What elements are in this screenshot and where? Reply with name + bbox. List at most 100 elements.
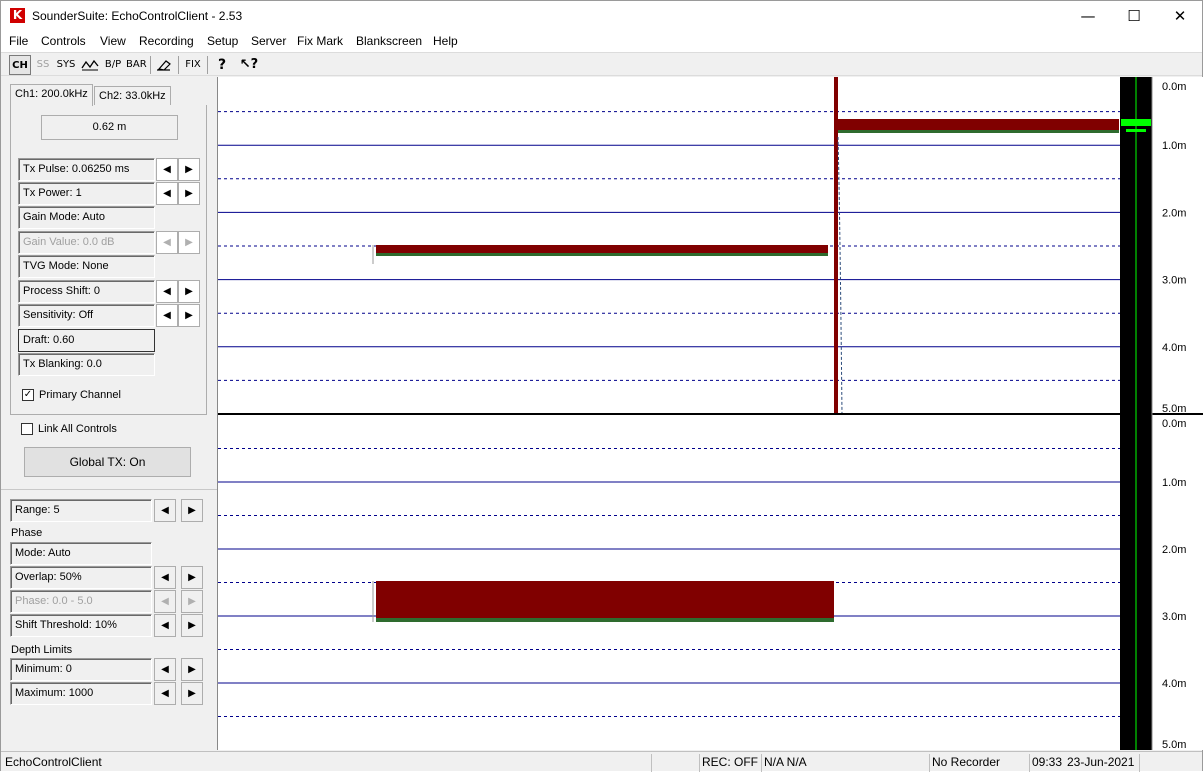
status-bar: EchoControlClient REC: OFF N/A N/A No Re… — [1, 751, 1202, 772]
tx-power-increase-icon[interactable]: ▶ — [178, 182, 200, 205]
menu-view[interactable]: View — [100, 34, 126, 48]
menu-blankscreen[interactable]: Blankscreen — [356, 34, 422, 48]
toolbar-separator — [207, 56, 208, 74]
primary-channel-label: Primary Channel — [39, 389, 121, 401]
tab-ch2[interactable]: Ch2: 33.0kHz — [94, 86, 171, 106]
phase-mode-field[interactable]: Mode: Auto — [10, 542, 152, 565]
top-depth-label: 2.0m — [1162, 207, 1186, 219]
window-title: SounderSuite: EchoControlClient - 2.53 — [32, 9, 243, 23]
application-window: K SounderSuite: EchoControlClient - 2.53… — [0, 0, 1203, 772]
toolbar-separator — [150, 56, 151, 74]
menu-bar: File Controls View Recording Setup Serve… — [1, 31, 1202, 52]
bottom-depth-label: 3.0m — [1162, 611, 1186, 623]
depth-maximum-decrease-icon[interactable]: ◀ — [154, 682, 176, 705]
bottom-depth-label: 2.0m — [1162, 544, 1186, 556]
status-recording: REC: OFF — [699, 754, 761, 772]
tab-ch1[interactable]: Ch1: 200.0kHz — [10, 84, 93, 106]
echo-noise-trace — [837, 136, 843, 416]
depth-minimum-increase-icon[interactable]: ▶ — [181, 658, 203, 681]
status-date: 23-Jun-2021 — [1067, 755, 1135, 769]
menu-help[interactable]: Help — [433, 34, 458, 48]
ss-button[interactable]: SS — [33, 55, 53, 75]
menu-file[interactable]: File — [9, 34, 28, 48]
depth-minimum-field: Minimum: 0 — [10, 658, 152, 681]
overlap-field: Overlap: 50% — [10, 566, 152, 589]
depth-maximum-field: Maximum: 1000 — [10, 682, 152, 705]
menu-controls[interactable]: Controls — [41, 34, 86, 48]
range-decrease-icon[interactable]: ◀ — [154, 499, 176, 522]
sys-button[interactable]: SYS — [56, 55, 76, 75]
process-shift-increase-icon[interactable]: ▶ — [178, 280, 200, 303]
close-button[interactable]: ✕ — [1157, 1, 1203, 31]
shift-threshold-increase-icon[interactable]: ▶ — [181, 614, 203, 637]
channel-view-button[interactable]: CH — [9, 55, 31, 75]
process-shift-field: Process Shift: 0 — [18, 280, 155, 303]
echo-tail-top-right — [838, 130, 1119, 133]
sensitivity-field: Sensitivity: Off — [18, 304, 155, 327]
tx-pulse-increase-icon[interactable]: ▶ — [178, 158, 200, 181]
status-extra — [1139, 754, 1201, 772]
fix-button[interactable]: FIX — [183, 55, 203, 75]
phase-range-field: Phase: 0.0 - 5.0 — [10, 590, 152, 613]
eraser-icon[interactable] — [154, 55, 174, 75]
status-recorder: No Recorder — [929, 754, 1029, 772]
range-field: Range: 5 — [10, 499, 152, 522]
depth-readout: 0.62 m — [41, 115, 178, 140]
status-na: N/A N/A — [761, 754, 929, 772]
waveform-icon[interactable] — [80, 55, 100, 75]
phase-range-decrease-icon: ◀ — [154, 590, 176, 613]
draft-field[interactable]: Draft: 0.60 — [18, 329, 155, 352]
echo-return-top-left — [376, 245, 828, 253]
bottom-depth-label: 5.0m — [1162, 739, 1186, 750]
sensitivity-decrease-icon[interactable]: ◀ — [156, 304, 178, 327]
link-all-controls-label: Link All Controls — [38, 423, 117, 435]
echo-transition-line — [834, 77, 838, 415]
bottom-depth-label: 1.0m — [1162, 477, 1186, 489]
echogram-display[interactable]: 0.0m 1.0m 2.0m 3.0m 4.0m 5.0m 0.0m 1.0m 2.0m 3.0… — [217, 77, 1203, 751]
gain-value-increase-icon: ▶ — [178, 231, 200, 254]
depth-scale-top: 0.0m 1.0m 2.0m 3.0m 4.0m 5.0m — [1162, 81, 1186, 415]
bp-button[interactable]: B/P — [103, 55, 123, 75]
status-app-name: EchoControlClient — [5, 755, 102, 769]
shift-threshold-decrease-icon[interactable]: ◀ — [154, 614, 176, 637]
overlap-decrease-icon[interactable]: ◀ — [154, 566, 176, 589]
tx-power-field: Tx Power: 1 — [18, 182, 155, 205]
toolbar: CH SS SYS B/P BAR FIX ? ↖? — [1, 52, 1202, 76]
global-tx-button[interactable]: Global TX: On — [24, 447, 191, 477]
shift-threshold-field: Shift Threshold: 10% — [10, 614, 152, 637]
echogram-svg[interactable]: 0.0m 1.0m 2.0m 3.0m 4.0m 5.0m 0.0m 1.0m 2.0m 3.0… — [218, 77, 1203, 751]
control-panel: Ch1: 200.0kHz Ch2: 33.0kHz 0.62 m Tx Pul… — [1, 77, 217, 750]
range-increase-icon[interactable]: ▶ — [181, 499, 203, 522]
depth-limits-heading: Depth Limits — [11, 644, 73, 656]
menu-setup[interactable]: Setup — [207, 34, 238, 48]
panel-divider — [1, 489, 217, 490]
echo-return-bottom — [376, 581, 834, 618]
minimize-button[interactable]: — — [1065, 1, 1111, 31]
context-help-icon[interactable]: ↖? — [237, 55, 261, 75]
app-logo-icon: K — [10, 8, 25, 23]
menu-recording[interactable]: Recording — [139, 34, 194, 48]
status-time: 09:33 — [1029, 754, 1065, 772]
maximize-button[interactable]: ☐ — [1111, 1, 1157, 31]
gain-mode-field[interactable]: Gain Mode: Auto — [18, 206, 155, 229]
process-shift-decrease-icon[interactable]: ◀ — [156, 280, 178, 303]
overlap-increase-icon[interactable]: ▶ — [181, 566, 203, 589]
sensitivity-increase-icon[interactable]: ▶ — [178, 304, 200, 327]
tx-blanking-field[interactable]: Tx Blanking: 0.0 — [18, 353, 155, 376]
menu-server[interactable]: Server — [251, 34, 286, 48]
depth-maximum-increase-icon[interactable]: ▶ — [181, 682, 203, 705]
help-icon[interactable]: ? — [213, 55, 231, 75]
phase-heading: Phase — [11, 527, 43, 539]
tvg-mode-field[interactable]: TVG Mode: None — [18, 255, 155, 278]
primary-channel-checkbox[interactable]: ✓ — [22, 389, 34, 401]
echo-tail-top-left — [376, 253, 828, 256]
top-depth-label: 0.0m — [1162, 81, 1186, 93]
tx-power-decrease-icon[interactable]: ◀ — [156, 182, 178, 205]
tx-pulse-decrease-icon[interactable]: ◀ — [156, 158, 178, 181]
menu-fix-mark[interactable]: Fix Mark — [297, 34, 343, 48]
bar-button[interactable]: BAR — [126, 55, 147, 75]
tx-pulse-field: Tx Pulse: 0.06250 ms — [18, 158, 155, 181]
link-all-controls-checkbox[interactable] — [21, 423, 33, 435]
depth-minimum-decrease-icon[interactable]: ◀ — [154, 658, 176, 681]
gain-value-field: Gain Value: 0.0 dB — [18, 231, 155, 254]
